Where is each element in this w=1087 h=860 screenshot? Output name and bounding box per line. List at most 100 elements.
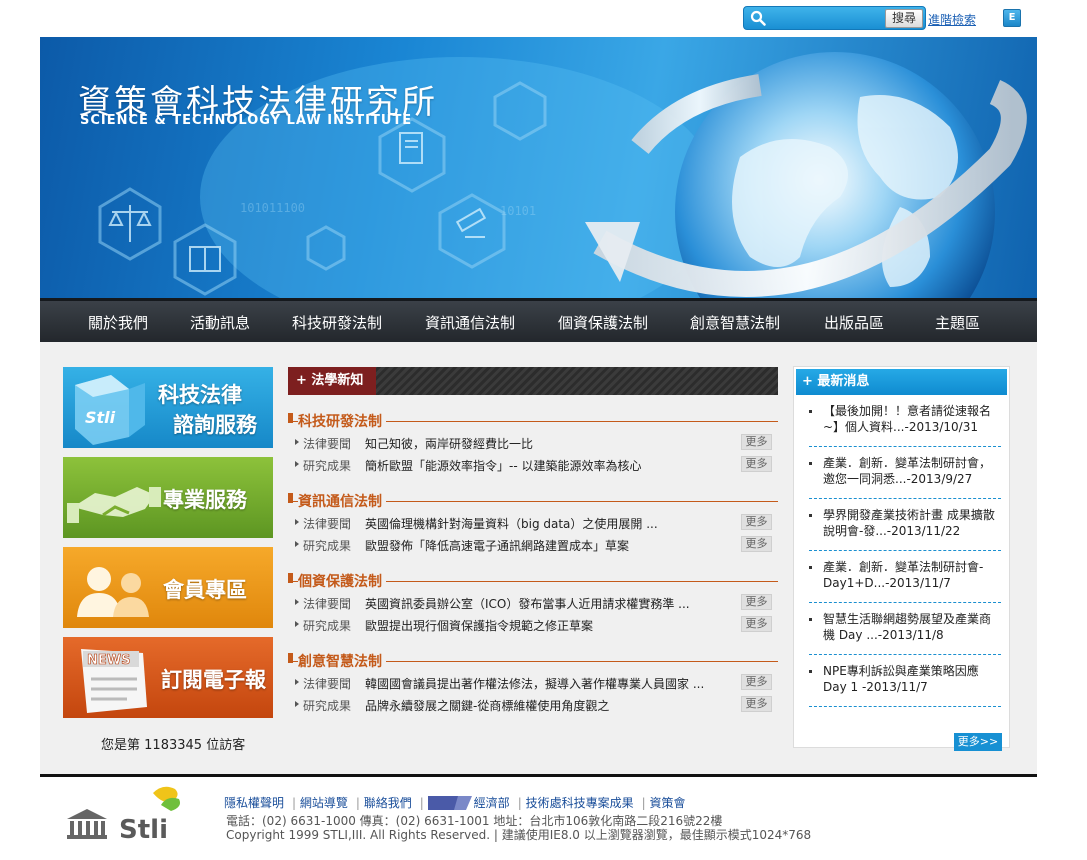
news-title-link[interactable]: 英國倫理機構針對海量資料（big data）之使用展開 ... [365, 515, 705, 532]
category-title[interactable]: 資訊通信法制 [298, 491, 386, 511]
more-button[interactable]: 更多 [741, 594, 772, 610]
bullet-arrow-icon [295, 701, 299, 707]
latest-news-item[interactable]: NPE專利訴訟與產業策略因應Day 1 -2013/11/7 [809, 663, 1001, 707]
latest-news-item[interactable]: 【最後加開！！意者請從速報名~】個人資料...-2013/10/31 [809, 403, 1001, 447]
nav-topics[interactable]: 主題區 [935, 312, 980, 333]
sitemap-link[interactable]: 網站導覽 [300, 796, 348, 810]
latest-news-text: 產業．創新．變革法制研討會-Day1+D...-2013/11/7 [823, 560, 984, 590]
tile-consult-line1: 科技法律 [158, 383, 242, 407]
news-type: 研究成果 [303, 539, 352, 553]
bullet-arrow-icon [295, 461, 299, 467]
bullet-icon [809, 566, 812, 569]
bullet-arrow-icon [295, 599, 299, 605]
news-type: 研究成果 [303, 619, 352, 633]
search-box: 搜尋 [743, 6, 926, 30]
iii-link[interactable]: 資策會 [649, 796, 685, 810]
nav-ip-law[interactable]: 創意智慧法制 [690, 312, 780, 333]
footer-divider [40, 774, 1037, 777]
latest-news-text: NPE專利訴訟與產業策略因應Day 1 -2013/11/7 [823, 664, 979, 694]
nav-publications[interactable]: 出版品區 [824, 312, 884, 333]
news-title-link[interactable]: 知己知彼，兩岸研發經費比一比 [365, 435, 705, 452]
tile-legal-consulting[interactable]: Stli 科技法律 諮詢服務 [63, 367, 273, 448]
footer-links: 隱私權聲明 | 網站導覽 | 聯絡我們 | 經濟部 | 技術處科技專案成果 | 資策會 [224, 795, 686, 810]
search-icon [750, 10, 766, 26]
category-title[interactable]: 創意智慧法制 [298, 651, 386, 671]
news-title-link[interactable]: 歐盟提出現行個資保護指令規範之修正草案 [365, 617, 705, 634]
visitor-prefix: 您是第 [101, 738, 141, 753]
bullet-arrow-icon [295, 541, 299, 547]
main-nav: 關於我們 活動訊息 科技研發法制 資訊通信法制 個資保護法制 創意智慧法制 出版… [40, 298, 1037, 342]
nav-ict-law[interactable]: 資訊通信法制 [425, 312, 515, 333]
bullet-icon [809, 410, 812, 413]
news-row: 研究成果 簡析歐盟「能源效率指令」-- 以建築能源效率為核心 更多 [288, 453, 778, 475]
bullet-arrow-icon [295, 439, 299, 445]
bullet-arrow-icon [295, 679, 299, 685]
news-title-link[interactable]: 歐盟發佈「降低高速電子通訊網路建置成本」草案 [365, 537, 705, 554]
more-button[interactable]: 更多 [741, 456, 772, 472]
moea-link[interactable]: 經濟部 [474, 796, 510, 810]
tile-consult-line2: 諮詢服務 [173, 413, 257, 437]
nav-privacy-law[interactable]: 個資保護法制 [558, 312, 648, 333]
nav-events[interactable]: 活動訊息 [190, 312, 250, 333]
tile-service-label: 專業服務 [163, 488, 247, 512]
svg-text:10101: 10101 [500, 204, 536, 218]
visitor-counter: 您是第 1183345 位訪客 [101, 734, 245, 753]
news-row: 法律要聞 韓國國會議員提出著作權法修法，擬導入著作權專業人員國家 ... 更多 [288, 671, 778, 693]
visitor-count: 1183345 [144, 738, 203, 753]
category-title[interactable]: 個資保護法制 [298, 571, 386, 591]
privacy-link[interactable]: 隱私權聲明 [224, 796, 284, 810]
news-type: 法律要聞 [303, 597, 352, 611]
content-area: Stli 科技法律 諮詢服務 專業服務 會員專區 NEWS 訂閱電子報 您是第 … [40, 342, 1037, 774]
footer-copyright-line: Copyright 1999 STLI,III. All Rights Rese… [226, 828, 812, 842]
category-heading: 創意智慧法制 [288, 649, 778, 671]
category-heading: 個資保護法制 [288, 569, 778, 591]
latest-news-item[interactable]: 智慧生活聯網趨勢展望及產業商機 Day ...-2013/11/8 [809, 611, 1001, 655]
tile-member-label: 會員專區 [163, 578, 247, 602]
latest-news-header: + 最新消息 [796, 369, 1007, 395]
bullet-icon [809, 670, 812, 673]
tile-newsletter-label: 訂閱電子報 [161, 668, 266, 692]
contact-link[interactable]: 聯絡我們 [364, 796, 412, 810]
nav-about[interactable]: 關於我們 [88, 312, 148, 333]
tech-project-link[interactable]: 技術處科技專案成果 [526, 796, 634, 810]
news-title-link[interactable]: 韓國國會議員提出著作權法修法，擬導入著作權專業人員國家 ... [365, 675, 705, 692]
stli-footer-logo: Stli [67, 786, 180, 843]
tile-professional-service[interactable]: 專業服務 [63, 457, 273, 538]
search-button[interactable]: 搜尋 [885, 9, 923, 28]
more-button[interactable]: 更多 [741, 696, 772, 712]
news-type: 研究成果 [303, 699, 352, 713]
bullet-arrow-icon [295, 621, 299, 627]
more-button[interactable]: 更多 [741, 514, 772, 530]
tile-member-area[interactable]: 會員專區 [63, 547, 273, 628]
latest-news-text: 產業．創新．變革法制研討會，邀您一同洞悉...-2013/9/27 [823, 456, 992, 486]
category-title[interactable]: 科技研發法制 [298, 411, 386, 431]
moea-logo-icon [427, 795, 472, 810]
english-version-button[interactable]: E [1003, 9, 1021, 27]
news-row: 研究成果 歐盟發佈「降低高速電子通訊網路建置成本」草案 更多 [288, 533, 778, 555]
footer-info: 電話：(02) 6631-1000 傳真：(02) 6631-1001 地址：台… [226, 814, 811, 842]
news-row: 研究成果 歐盟提出現行個資保護指令規範之修正草案 更多 [288, 613, 778, 635]
news-type: 法律要聞 [303, 437, 352, 451]
advanced-search-link[interactable]: 進階檢索 [928, 11, 976, 28]
latest-news-item[interactable]: 學界開發產業技術計畫 成果擴散說明會-發...-2013/11/22 [809, 507, 1001, 551]
nav-tech-rd-law[interactable]: 科技研發法制 [292, 312, 382, 333]
latest-news-item[interactable]: 產業．創新．變革法制研討會-Day1+D...-2013/11/7 [809, 559, 1001, 603]
bullet-icon [809, 514, 812, 517]
news-badge-text: NEWS [87, 653, 130, 668]
latest-news-item[interactable]: 產業．創新．變革法制研討會，邀您一同洞悉...-2013/9/27 [809, 455, 1001, 499]
latest-news-more-button[interactable]: 更多>> [954, 733, 1002, 751]
more-button[interactable]: 更多 [741, 536, 772, 552]
more-button[interactable]: 更多 [741, 616, 772, 632]
tile-newsletter-subscribe[interactable]: NEWS 訂閱電子報 [63, 637, 273, 718]
law-news-title: + 法學新知 [288, 367, 376, 395]
news-title-link[interactable]: 品牌永續發展之關鍵-從商標維權使用角度觀之 [365, 697, 705, 714]
search-input[interactable] [770, 10, 880, 27]
bullet-icon [809, 462, 812, 465]
more-button[interactable]: 更多 [741, 434, 772, 450]
building-icon [67, 809, 107, 839]
more-button[interactable]: 更多 [741, 674, 772, 690]
top-bar: 搜尋 進階檢索 E [0, 0, 1087, 36]
news-title-link[interactable]: 簡析歐盟「能源效率指令」-- 以建築能源效率為核心 [365, 457, 705, 474]
news-title-link[interactable]: 英國資訊委員辦公室（ICO）發布當事人近用請求權實務準 ... [365, 595, 705, 612]
banner: 101011100 10101 1010011 資策會科技法律研究所 SCIEN… [40, 37, 1037, 298]
